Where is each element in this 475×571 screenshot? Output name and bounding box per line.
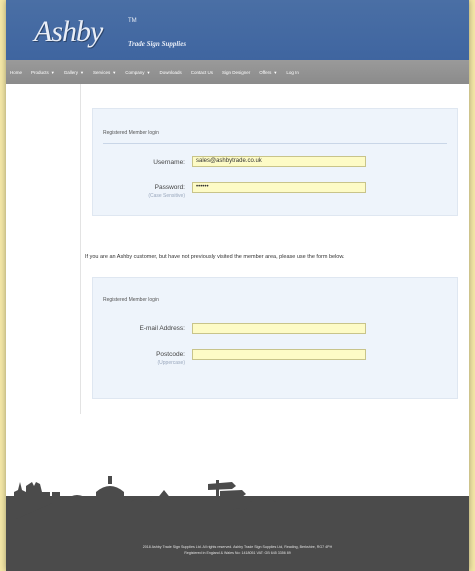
nav-item-contact-us[interactable]: Contact Us	[191, 70, 213, 75]
nav-label: Sign Designer	[221, 69, 251, 75]
nav-item-products[interactable]: Products ▼	[31, 70, 55, 75]
nav-item-services[interactable]: Services ▼	[93, 70, 116, 75]
nav-label: Offers	[259, 69, 272, 75]
email-label: E-mail Address:	[139, 325, 185, 332]
chevron-down-icon: ▼	[146, 69, 151, 75]
login-panel-title: Registered Member login	[103, 130, 159, 136]
nav-label: Gallery	[63, 69, 79, 75]
ashby-logo[interactable]: Ashby	[34, 15, 103, 49]
nav-item-downloads[interactable]: Downloads	[159, 70, 181, 75]
trademark-mark: TM	[128, 18, 137, 24]
nav-item-offers[interactable]: Offers ▼	[259, 70, 277, 75]
postcode-field[interactable]	[192, 349, 366, 360]
registration-panel: Registered Member login E-mail Address: …	[92, 277, 458, 399]
content-divider	[80, 84, 81, 414]
main-nav: Home Products ▼ Gallery ▼ Services ▼ Compan…	[6, 60, 469, 84]
registration-panel-title: Registered Member login	[103, 297, 159, 303]
postcode-hint: (Uppercase)	[157, 360, 185, 366]
login-panel: Registered Member login Username: sales@…	[92, 108, 458, 216]
nav-label: Home	[10, 69, 23, 75]
nav-label: Contact Us	[190, 69, 213, 75]
footer-registration: Registered in England & Wales No: 141805…	[184, 551, 291, 555]
nav-label: Log In	[286, 69, 299, 75]
site-footer: 2018 Ashby Trade Sign Supplies Ltd. All …	[6, 520, 469, 571]
nav-label: Products	[31, 69, 49, 75]
password-field[interactable]: ••••••	[192, 182, 366, 193]
password-label: Password:	[154, 184, 185, 191]
postcode-label: Postcode:	[156, 351, 185, 358]
nav-item-company[interactable]: Company ▼	[125, 70, 150, 75]
email-field[interactable]	[192, 323, 366, 334]
nav-label: Company	[125, 69, 145, 75]
chevron-down-icon: ▼	[80, 69, 84, 75]
nav-label: Services	[92, 69, 111, 75]
username-field[interactable]: sales@ashbytrade.co.uk	[192, 156, 366, 167]
nav-item-gallery[interactable]: Gallery ▼	[64, 70, 84, 75]
divider	[103, 143, 447, 144]
chevron-down-icon: ▼	[112, 69, 117, 75]
username-label: Username:	[153, 159, 185, 166]
site-header: Ashby TM Trade Sign Supplies	[6, 0, 469, 60]
page: Ashby TM Trade Sign Supplies Home Produc…	[6, 0, 469, 571]
footer-copyright: 2018 Ashby Trade Sign Supplies Ltd. All …	[142, 545, 333, 549]
nav-item-home[interactable]: Home	[10, 70, 22, 75]
nav-label: Downloads	[159, 69, 182, 75]
town-skyline-illustration	[6, 476, 469, 524]
nav-item-sign-designer[interactable]: Sign Designer	[222, 70, 250, 75]
chevron-down-icon: ▼	[50, 69, 55, 75]
password-hint: (Case Sensitive)	[148, 193, 185, 199]
chevron-down-icon: ▼	[273, 69, 278, 75]
registration-notice: If you are an Ashby customer, but have n…	[85, 254, 345, 260]
nav-item-log-in[interactable]: Log In	[286, 70, 299, 75]
logo-tagline: Trade Sign Supplies	[128, 40, 187, 48]
